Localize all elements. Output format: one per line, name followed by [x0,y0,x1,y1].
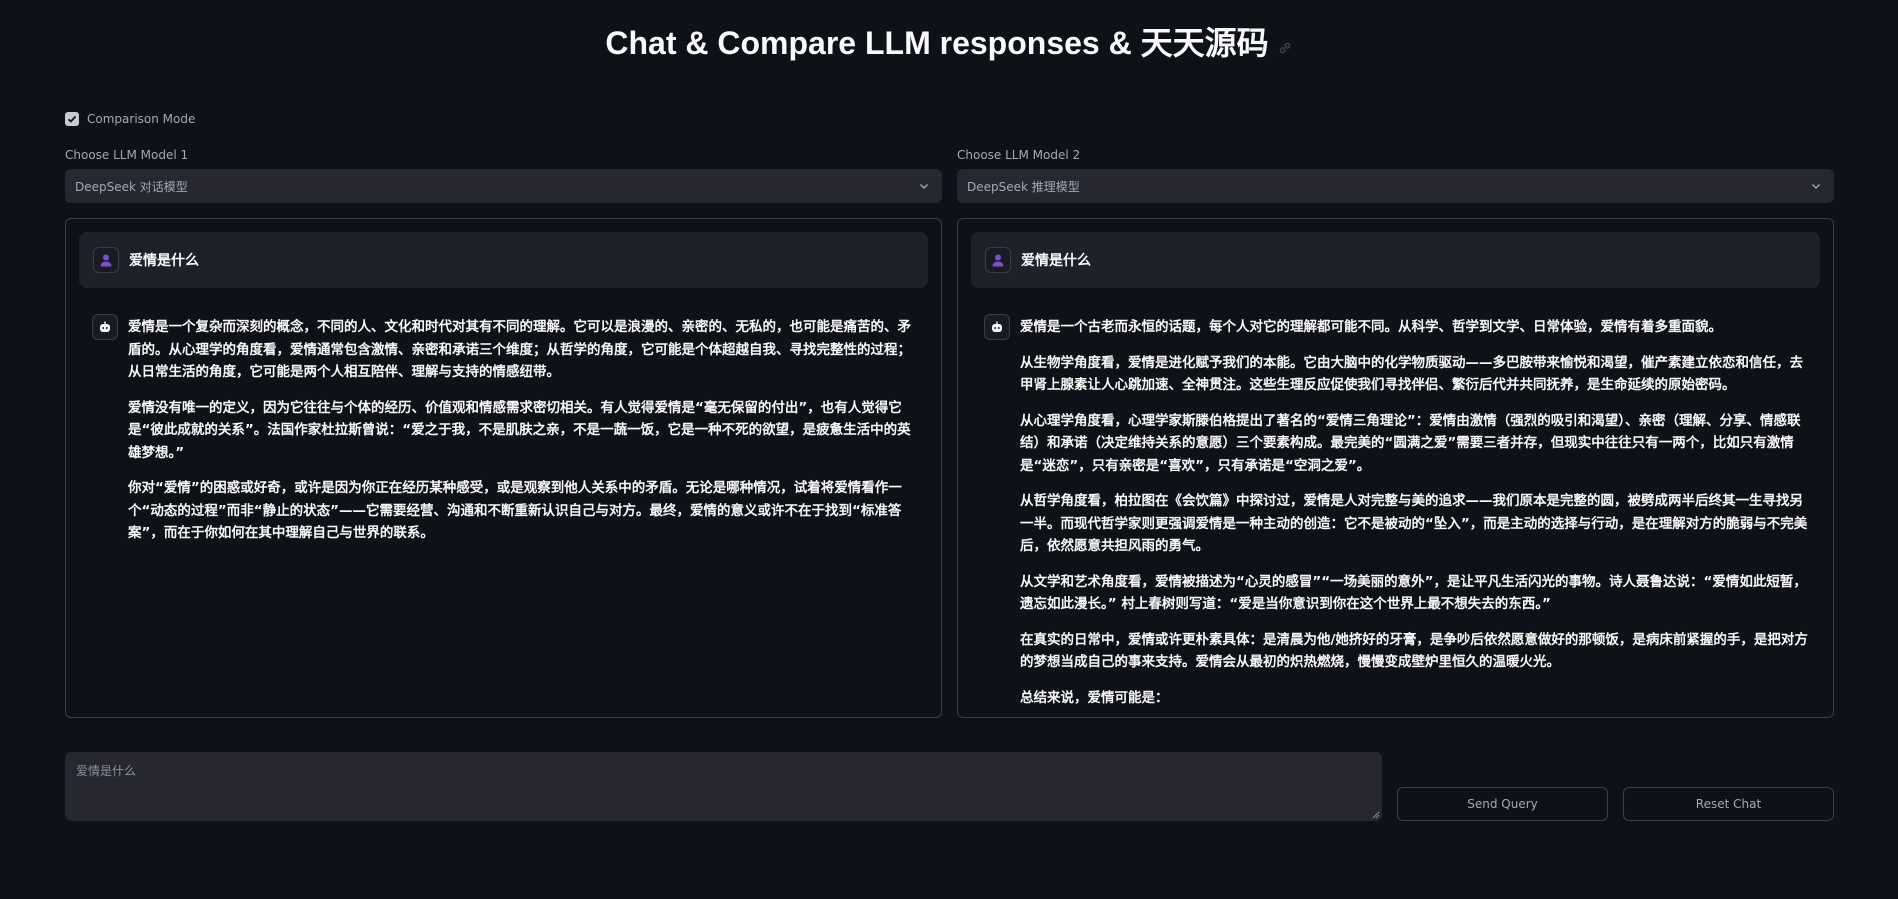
resize-handle-icon[interactable] [1370,809,1380,819]
assistant-message: 爱情是一个古老而永恒的话题，每个人对它的理解都可能不同。从科学、哲学到文学、日常… [958,288,1833,717]
assistant-section: 从心理学角度看，心理学家斯滕伯格提出了著名的“爱情三角理论”：爱情由激情（强烈的… [1020,410,1815,478]
assistant-intro: 爱情是一个古老而永恒的话题，每个人对它的理解都可能不同。从科学、哲学到文学、日常… [1020,319,1722,335]
query-input[interactable]: 爱情是什么 [65,752,1382,821]
user-avatar [93,247,119,273]
assistant-section: 从文学和艺术角度看，爱情被描述为“心灵的感冒”“一场美丽的意外”，是让平凡生活闪… [1020,571,1815,616]
user-avatar [985,247,1011,273]
assistant-section: 总结来说，爱情可能是： [1020,687,1815,710]
assistant-paragraph: 你对“爱情”的困惑或好奇，或许是因为你正在经历某种感受，或是观察到他人关系中的矛… [128,480,902,541]
user-message-text: 爱情是什么 [1021,253,1091,269]
chevron-down-icon [919,183,929,190]
section-heading: 从文学和艺术角度看 [1020,573,1142,590]
section-heading: 总结来说 [1020,689,1074,706]
assistant-section: 从哲学角度看，柏拉图在《会饮篇》中探讨过，爱情是人对完整与美的追求——我们原本是… [1020,490,1815,558]
section-heading: 从生物学角度看 [1020,354,1115,371]
bot-icon [100,321,110,332]
bot-icon [992,321,1002,332]
check-icon [67,115,77,123]
assistant-paragraph: 爱情没有唯一的定义，因为它往往与个体的经历、价值观和情感需求密切相关。有人觉得爱… [128,399,911,461]
model2-value: DeepSeek 推理模型 [967,179,1080,194]
assistant-message-content: 爱情是一个古老而永恒的话题，每个人对它的理解都可能不同。从科学、哲学到文学、日常… [1020,316,1819,717]
user-message-text: 爱情是什么 [129,253,199,269]
comparison-mode-checkbox[interactable] [65,112,79,126]
model1-label: Choose LLM Model 1 [65,148,189,162]
model1-value: DeepSeek 对话模型 [75,179,188,194]
assistant-paragraph: 爱情是一个复杂而深刻的概念，不同的人、文化和时代对其有不同的理解。它可以是浪漫的… [128,319,911,380]
assistant-section: 从生物学角度看，爱情是进化赋予我们的本能。它由大脑中的化学物质驱动——多巴胺带来… [1020,352,1815,397]
page-title-text: Chat & Compare LLM responses & 天天源码 [605,25,1269,61]
section-heading: 从哲学角度看 [1020,493,1101,509]
user-icon [992,254,1004,267]
user-message: 爱情是什么 [971,232,1820,288]
page-title: Chat & Compare LLM responses & 天天源码 [0,18,1898,64]
model2-label: Choose LLM Model 2 [957,148,1081,162]
section-text: ，柏拉图在《会饮篇》中探讨过，爱情是人对完整与美的追求——我们原本是完整的圆，被… [1020,493,1808,554]
chevron-down-icon [1811,183,1821,190]
assistant-message: 爱情是一个复杂而深刻的概念，不同的人、文化和时代对其有不同的理解。它可以是浪漫的… [66,288,941,558]
assistant-section: 在真实的日常中，爱情或许更朴素具体：是清晨为他/她挤好的牙膏，是争吵后依然愿意做… [1020,629,1815,674]
model2-select[interactable]: DeepSeek 推理模型 [957,169,1834,203]
section-text: ，爱情可能是： [1074,689,1169,706]
user-icon [100,254,112,267]
comparison-mode-toggle[interactable]: Comparison Mode [65,112,195,126]
section-text: ，爱情是进化赋予我们的本能。它由大脑中的化学物质驱动——多巴胺带来愉悦和渴望，催… [1020,354,1803,394]
user-message: 爱情是什么 [79,232,928,288]
send-query-button[interactable]: Send Query [1397,787,1608,821]
chat-panel-1[interactable]: 爱情是什么 爱情是一个复杂而深刻的概念，不同的人、文化和时代对其有不同的理解。它… [65,218,942,718]
assistant-message-content: 爱情是一个复杂而深刻的概念，不同的人、文化和时代对其有不同的理解。它可以是浪漫的… [128,316,927,558]
comparison-mode-label: Comparison Mode [87,112,196,126]
assistant-avatar [984,314,1010,340]
query-placeholder: 爱情是什么 [76,764,137,778]
section-text: ，心理学家斯滕伯格提出了著名的“爱情三角理论”：爱情由激情（强烈的吸引和渴望）、… [1020,412,1801,474]
chat-panel-2[interactable]: 爱情是什么 爱情是一个古老而永恒的话题，每个人对它的理解都可能不同。从科学、哲学… [957,218,1834,718]
reset-chat-button[interactable]: Reset Chat [1623,787,1834,821]
section-text: ，爱情或许更朴素具体：是清晨为他/她挤好的牙膏，是争吵后依然愿意做好的那顿饭，是… [1020,631,1808,671]
section-heading: 从心理学角度看 [1020,412,1115,429]
link-icon[interactable] [1277,27,1293,64]
section-heading: 在真实的日常中 [1020,631,1115,648]
assistant-avatar [92,314,118,340]
model1-select[interactable]: DeepSeek 对话模型 [65,169,942,203]
